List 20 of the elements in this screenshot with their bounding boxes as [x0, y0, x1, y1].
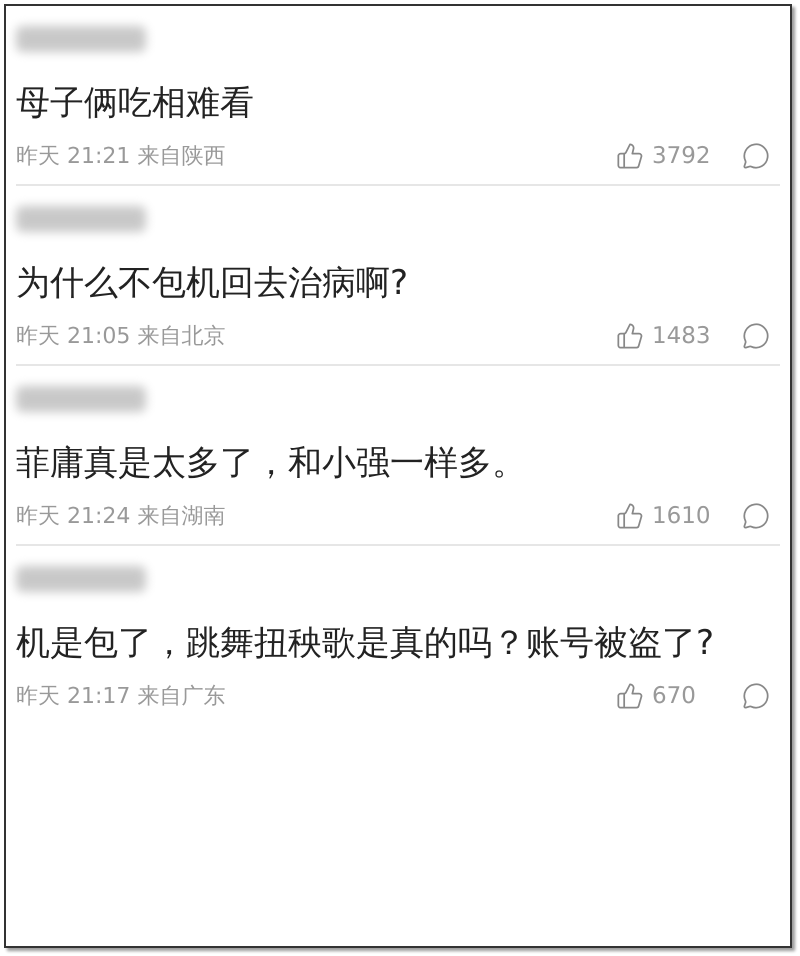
comment-meta: 昨天 21:24 来自湖南 — [16, 502, 226, 530]
comment-meta: 昨天 21:21 来自陕西 — [16, 142, 226, 170]
comment-icon[interactable] — [742, 682, 770, 710]
like-icon[interactable] — [616, 682, 644, 710]
like-icon[interactable] — [616, 502, 644, 530]
comment-icon[interactable] — [742, 322, 770, 350]
comment-meta: 昨天 21:05 来自北京 — [16, 322, 226, 350]
like-count: 1610 — [652, 502, 712, 531]
comment-text: 母子俩吃相难看 — [16, 82, 255, 125]
comment-icon[interactable] — [742, 502, 770, 530]
comment-text: 菲庸真是太多了，和小强一样多。 — [16, 442, 527, 485]
like-count: 670 — [652, 682, 697, 711]
comment-icon[interactable] — [742, 142, 770, 170]
like-count: 3792 — [652, 142, 712, 171]
comment-text: 为什么不包机回去治病啊? — [16, 262, 410, 305]
comment-text: 机是包了，跳舞扭秧歌是真的吗？账号被盗了? — [16, 622, 716, 665]
like-icon[interactable] — [616, 142, 644, 170]
like-icon[interactable] — [616, 322, 644, 350]
comment-meta: 昨天 21:17 来自广东 — [16, 682, 226, 710]
like-count: 1483 — [652, 322, 712, 351]
